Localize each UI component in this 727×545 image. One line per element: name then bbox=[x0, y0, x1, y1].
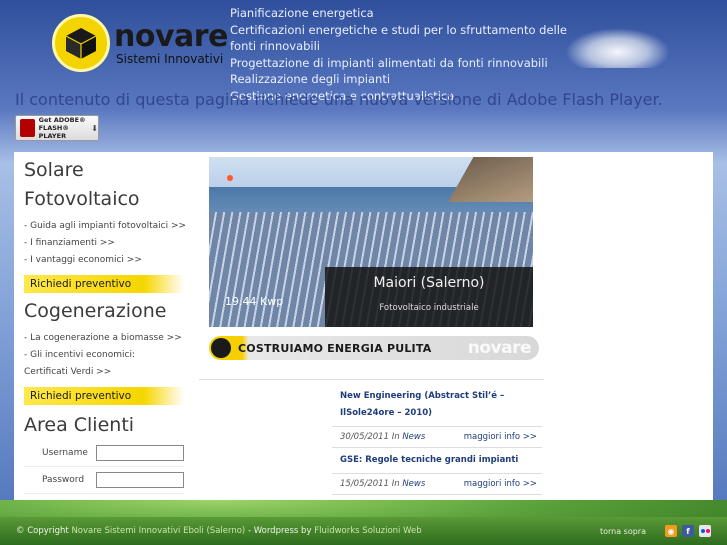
flash-required-message: Il contenuto di questa pagina richiede u… bbox=[15, 90, 663, 109]
slide-caption: Maiori (Salerno) Fotovoltaico industrial… bbox=[325, 267, 533, 327]
slide-location: Maiori (Salerno) bbox=[373, 275, 485, 291]
news-in: In bbox=[391, 432, 400, 442]
cogenerazione-links: - La cogenerazione a biomasse >> - Gli i… bbox=[14, 330, 189, 381]
username-label: Username bbox=[42, 448, 88, 458]
map-marker-icon bbox=[227, 175, 233, 181]
news-date-group: 15/05/2011 In News bbox=[340, 479, 425, 489]
read-more-link[interactable]: maggiori info >> bbox=[464, 432, 537, 442]
read-more-link[interactable]: maggiori info >> bbox=[464, 479, 537, 489]
news-list: New Engineering (Abstract Stil’é – IlSol… bbox=[332, 384, 542, 495]
news-title[interactable]: GSE: Regole tecniche grandi impianti bbox=[332, 448, 542, 473]
get-flash-player-button[interactable]: Get ADOBE® FLASH® PLAYER ⬇ bbox=[15, 115, 99, 141]
logo-subtitle: Sistemi Innovativi bbox=[116, 52, 224, 66]
username-input[interactable] bbox=[96, 445, 184, 461]
request-quote-button[interactable]: Richiedi preventivo bbox=[24, 387, 184, 405]
cloud-decoration bbox=[565, 28, 670, 68]
solare-links: - Guida agli impianti fotovoltaici >> - … bbox=[14, 218, 189, 269]
wordpress-text: - Wordpress by bbox=[247, 526, 312, 536]
section-title-area-clienti: Area Clienti bbox=[24, 414, 135, 436]
clean-energy-banner: COSTRUIAMO ENERGIA PULITA novare bbox=[209, 336, 539, 360]
facebook-icon[interactable]: f bbox=[682, 525, 694, 537]
news-item: New Engineering (Abstract Stil’é – IlSol… bbox=[332, 384, 542, 448]
site-header: novare Sistemi Innovativi Pianificazione… bbox=[0, 0, 727, 150]
banner-brand: novare bbox=[467, 338, 532, 358]
password-input[interactable] bbox=[96, 472, 184, 488]
footer-right: torna sopra ◉ f bbox=[600, 525, 711, 537]
sidebar-link[interactable]: - Guida agli impianti fotovoltaici >> bbox=[24, 218, 189, 235]
sidebar-link[interactable]: - La cogenerazione a biomasse >> bbox=[24, 330, 189, 347]
service-link[interactable]: Certificazioni energetiche e studi per l… bbox=[230, 22, 570, 55]
developer-link[interactable]: Fluidworks Soluzioni Web bbox=[314, 526, 421, 536]
slide-type: Fotovoltaico industriale bbox=[379, 303, 479, 313]
footer: © Copyright Novare Sistemi Innovativi Eb… bbox=[0, 517, 727, 545]
hero-slideshow[interactable]: 19.44 Kwp Maiori (Salerno) Fotovoltaico … bbox=[209, 157, 533, 327]
slide-power: 19.44 Kwp bbox=[225, 295, 284, 308]
banner-text: COSTRUIAMO ENERGIA PULITA bbox=[238, 341, 432, 355]
username-row: Username bbox=[24, 440, 184, 467]
flash-icon bbox=[20, 119, 35, 137]
sidebar-link[interactable]: - I vantaggi economici >> bbox=[24, 252, 189, 269]
news-meta: 15/05/2011 In News maggiori info >> bbox=[332, 473, 542, 494]
news-date-group: 30/05/2011 In News bbox=[340, 432, 425, 442]
request-quote-button[interactable]: Richiedi preventivo bbox=[24, 275, 184, 293]
download-arrow-icon: ⬇ bbox=[91, 123, 98, 133]
logo-icon[interactable] bbox=[52, 14, 110, 72]
flickr-icon[interactable] bbox=[699, 525, 711, 537]
news-title[interactable]: New Engineering (Abstract Stil’é – IlSol… bbox=[332, 384, 542, 426]
back-to-top-link[interactable]: torna sopra bbox=[600, 527, 646, 536]
flash-badge-line2: FLASH® PLAYER bbox=[38, 124, 69, 140]
section-title-solare: Solare bbox=[24, 159, 84, 181]
sidebar: Solare Fotovoltaico - Guida agli impiant… bbox=[14, 152, 189, 508]
main-content: Solare Fotovoltaico - Guida agli impiant… bbox=[14, 152, 713, 508]
service-link[interactable]: Pianificazione energetica bbox=[230, 5, 570, 22]
flash-badge-line1: Get ADOBE® bbox=[38, 116, 86, 124]
sidebar-link: - Gli incentivi economici: bbox=[24, 350, 136, 360]
news-item: GSE: Regole tecniche grandi impianti 15/… bbox=[332, 448, 542, 495]
logo-name: novare bbox=[114, 19, 228, 54]
news-date: 15/05/2011 bbox=[340, 479, 389, 489]
section-title-cogenerazione: Cogenerazione bbox=[24, 300, 167, 322]
company-link[interactable]: Novare Sistemi Innovativi Eboli (Salerno… bbox=[71, 526, 245, 536]
copyright-text: © Copyright bbox=[16, 526, 69, 536]
password-label: Password bbox=[42, 475, 85, 485]
news-category[interactable]: News bbox=[402, 479, 425, 489]
news-meta: 30/05/2011 In News maggiori info >> bbox=[332, 426, 542, 447]
news-in: In bbox=[391, 479, 400, 489]
news-date: 30/05/2011 bbox=[340, 432, 389, 442]
logo[interactable]: novare Sistemi Innovativi bbox=[114, 19, 228, 67]
password-row: Password bbox=[24, 467, 184, 494]
section-title-fotovoltaico: Fotovoltaico bbox=[24, 188, 140, 210]
sidebar-link[interactable]: - I finanziamenti >> bbox=[24, 235, 189, 252]
slide-cliff bbox=[448, 157, 533, 202]
service-link[interactable]: Progettazione di impianti alimentati da … bbox=[230, 55, 570, 72]
cube-icon bbox=[211, 338, 231, 358]
divider bbox=[199, 379, 544, 380]
footer-copyright: © Copyright Novare Sistemi Innovativi Eb… bbox=[16, 526, 422, 536]
service-link[interactable]: Realizzazione degli impianti bbox=[230, 71, 570, 88]
sidebar-link[interactable]: Certificati Verdi >> bbox=[24, 364, 189, 381]
news-category[interactable]: News bbox=[402, 432, 425, 442]
rss-icon[interactable]: ◉ bbox=[665, 525, 677, 537]
